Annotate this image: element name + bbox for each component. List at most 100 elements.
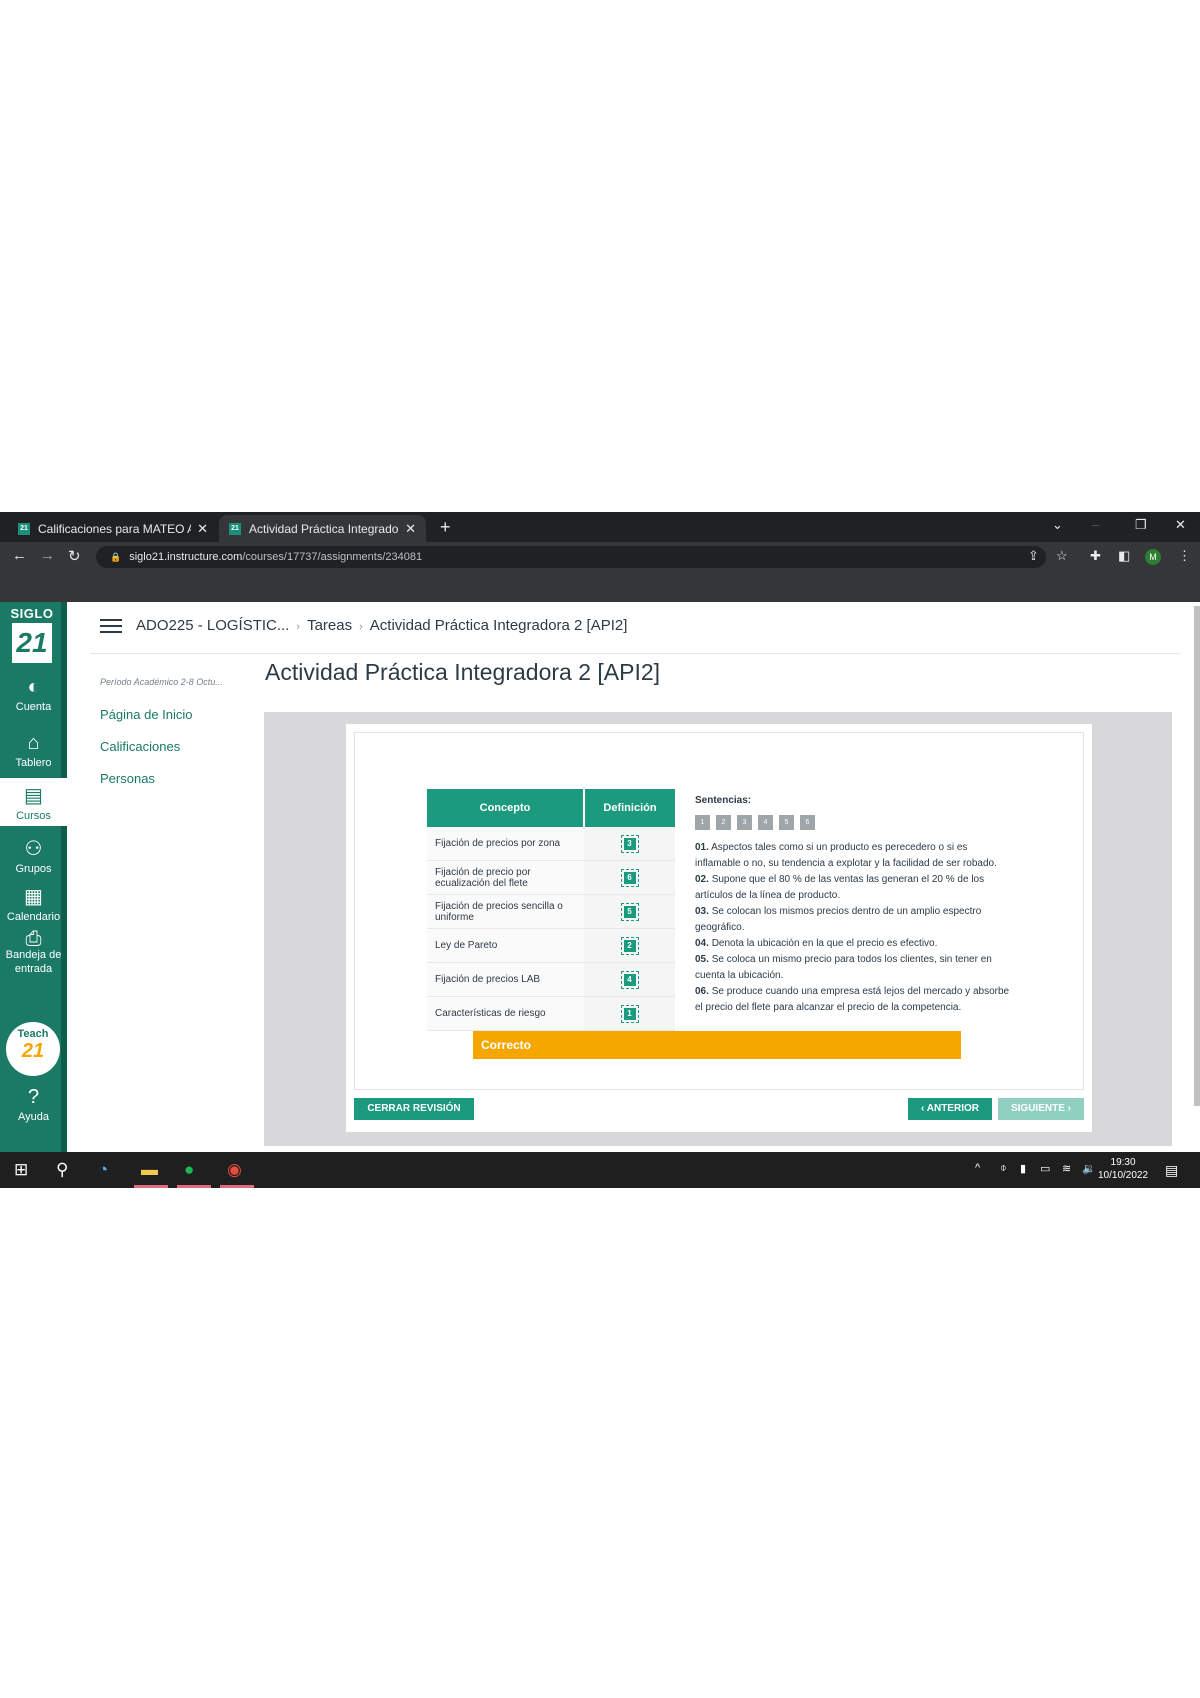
sentence-item: 06. Se produce cuando una empresa está l… <box>695 986 1010 1013</box>
forward-icon[interactable]: → <box>40 547 55 564</box>
canvas-favicon-icon: 21 <box>18 522 30 535</box>
course-navigation: Período Académico 2-8 Octu... Página de … <box>100 677 223 803</box>
used-chip[interactable]: 4 <box>758 815 773 830</box>
breadcrumb: ADO225 - LOGÍSTIC... › Tareas › Actividad Pr… <box>136 617 627 634</box>
courses-icon: ▤ <box>24 785 43 807</box>
nav-dashboard[interactable]: ⌂ Tablero <box>0 732 67 769</box>
breadcrumb-course[interactable]: ADO225 - LOGÍSTIC... <box>136 617 289 634</box>
wifi-icon[interactable]: ≋ <box>1062 1162 1071 1175</box>
answer-chip[interactable]: 4 <box>620 970 639 989</box>
sentence-item: 05. Se coloca un mismo precio para todos… <box>695 954 992 981</box>
star-icon[interactable]: ☆ <box>1056 548 1068 564</box>
used-chip[interactable]: 1 <box>695 815 710 830</box>
windows-start-icon[interactable]: ⊞ <box>14 1160 28 1180</box>
next-button[interactable]: SIGUIENTE › <box>998 1098 1084 1120</box>
activity-frame: Concepto Definición Fijación de precios … <box>264 712 1172 1146</box>
close-review-button[interactable]: CERRAR REVISIÓN <box>354 1098 474 1120</box>
nav-account[interactable]: ◐ Cuenta <box>0 676 67 713</box>
close-icon[interactable]: ✕ <box>405 521 416 537</box>
url-field[interactable]: 🔒 siglo21.instructure.com /courses/17737… <box>96 546 1046 568</box>
active-app-indicator <box>177 1185 211 1188</box>
address-bar-row: ← → ↻ 🔒 siglo21.instructure.com /courses… <box>0 542 1200 572</box>
chevron-right-icon: › <box>296 621 301 633</box>
nav-groups[interactable]: ⚇ Grupos <box>0 836 67 875</box>
back-icon[interactable]: ← <box>12 547 27 564</box>
answer-chip[interactable]: 5 <box>620 902 639 921</box>
extensions-icon[interactable]: ✚ <box>1090 548 1101 564</box>
concept-cell: Fijación de precios por zona <box>427 827 584 861</box>
table-row: Fijación de precios por zona 3 <box>427 827 675 861</box>
used-chip[interactable]: 2 <box>716 815 731 830</box>
page-scrollbar[interactable] <box>1194 606 1200 1106</box>
sidepanel-icon[interactable]: ◧ <box>1118 548 1130 564</box>
help-icon: ? <box>27 1086 40 1108</box>
activity-content: Concepto Definición Fijación de precios … <box>354 732 1084 1090</box>
search-icon[interactable]: ⚲ <box>56 1160 68 1180</box>
course-link-home[interactable]: Página de Inicio <box>100 707 223 722</box>
page-title: Actividad Práctica Integradora 2 [API2] <box>265 659 661 685</box>
chevron-down-icon[interactable]: ⌄ <box>1052 517 1063 533</box>
logo-text: SIGLO <box>10 606 54 621</box>
breadcrumb-section[interactable]: Tareas <box>307 617 352 634</box>
tab-actividad[interactable]: 21 Actividad Práctica Integradora 2 | ✕ <box>219 515 426 542</box>
answer-chip[interactable]: 6 <box>620 868 639 887</box>
reload-icon[interactable]: ↻ <box>68 547 81 565</box>
answer-chip[interactable]: 1 <box>620 1004 639 1023</box>
answer-chip[interactable]: 2 <box>620 936 639 955</box>
browser-tab-bar: 21 Calificaciones para MATEO ASU! ✕ 21 A… <box>0 512 1200 542</box>
window-close-icon[interactable]: ✕ <box>1175 517 1186 533</box>
nav-calendar[interactable]: ▦ Calendario <box>0 884 67 923</box>
used-chip[interactable]: 3 <box>737 815 752 830</box>
nav-label: Cuenta <box>15 701 52 713</box>
table-row: Características de riesgo 1 <box>427 996 675 1031</box>
course-link-grades[interactable]: Calificaciones <box>100 739 223 754</box>
groups-icon: ⚇ <box>24 838 43 860</box>
restore-icon[interactable]: ❐ <box>1135 517 1147 533</box>
answer-chip[interactable]: 3 <box>620 834 639 853</box>
minimize-icon[interactable]: – <box>1092 517 1099 532</box>
nav-help[interactable]: ? Ayuda <box>0 1086 67 1123</box>
battery-icon[interactable]: ▮ <box>1020 1162 1026 1175</box>
teach21-button[interactable]: Teach 21 <box>6 1022 60 1076</box>
menu-dots-icon[interactable]: ⋮ <box>1178 548 1191 564</box>
keyboard-icon[interactable]: ▭ <box>1040 1162 1050 1175</box>
chevron-up-icon[interactable]: ^ <box>975 1162 980 1174</box>
chrome-icon[interactable]: ◉ <box>227 1160 242 1180</box>
sentences-label: Sentencias: <box>695 795 752 806</box>
hamburger-menu-icon[interactable] <box>100 619 122 637</box>
volume-icon[interactable]: 🔉 <box>1082 1162 1096 1175</box>
global-navigation: SIGLO 21 ◐ Cuenta ⌂ Tablero ▤ Cursos ⚇ G… <box>0 602 67 1152</box>
siglo21-logo[interactable]: SIGLO 21 <box>10 606 54 663</box>
file-explorer-icon[interactable]: ▬ <box>141 1160 158 1180</box>
profile-avatar[interactable]: M <box>1145 549 1161 565</box>
nav-label: Grupos <box>15 863 52 875</box>
nav-courses[interactable]: ▤ Cursos <box>0 778 67 826</box>
close-icon[interactable]: ✕ <box>197 521 208 537</box>
table-row: Ley de Pareto 2 <box>427 928 675 963</box>
new-tab-button[interactable]: + <box>440 517 451 538</box>
definition-cell: 1 <box>584 996 675 1031</box>
table-row: Fijación de precios LAB 4 <box>427 962 675 997</box>
notifications-icon[interactable]: ▤ <box>1165 1162 1178 1179</box>
course-link-people[interactable]: Personas <box>100 771 223 786</box>
nav-label: Ayuda <box>18 1111 49 1123</box>
network-icon[interactable]: ⌽ <box>1000 1162 1007 1175</box>
url-path: /courses/17737/assignments/234081 <box>242 551 423 563</box>
tab-title: Calificaciones para MATEO ASU! <box>38 521 191 536</box>
used-chip[interactable]: 6 <box>800 815 815 830</box>
nav-inbox[interactable]: ⎙ Bandeja de entrada <box>0 929 67 976</box>
edge-app-icon[interactable]: ◔ <box>98 1160 108 1180</box>
concept-cell: Ley de Pareto <box>427 928 584 963</box>
share-icon[interactable]: ⇪ <box>1028 548 1039 564</box>
used-chip[interactable]: 5 <box>779 815 794 830</box>
spotify-icon[interactable]: ● <box>184 1160 194 1180</box>
chevron-right-icon: › <box>359 621 363 633</box>
column-header-definition: Definición <box>584 789 675 827</box>
taskbar-clock[interactable]: 19:30 10/10/2022 <box>1098 1156 1148 1182</box>
feedback-banner: Correcto <box>473 1031 961 1059</box>
tab-calificaciones[interactable]: 21 Calificaciones para MATEO ASU! ✕ <box>8 515 218 542</box>
teach-number: 21 <box>21 1040 45 1062</box>
academic-period: Período Académico 2-8 Octu... <box>100 677 223 687</box>
previous-button[interactable]: ‹ ANTERIOR <box>908 1098 992 1120</box>
calendar-icon: ▦ <box>24 886 43 908</box>
